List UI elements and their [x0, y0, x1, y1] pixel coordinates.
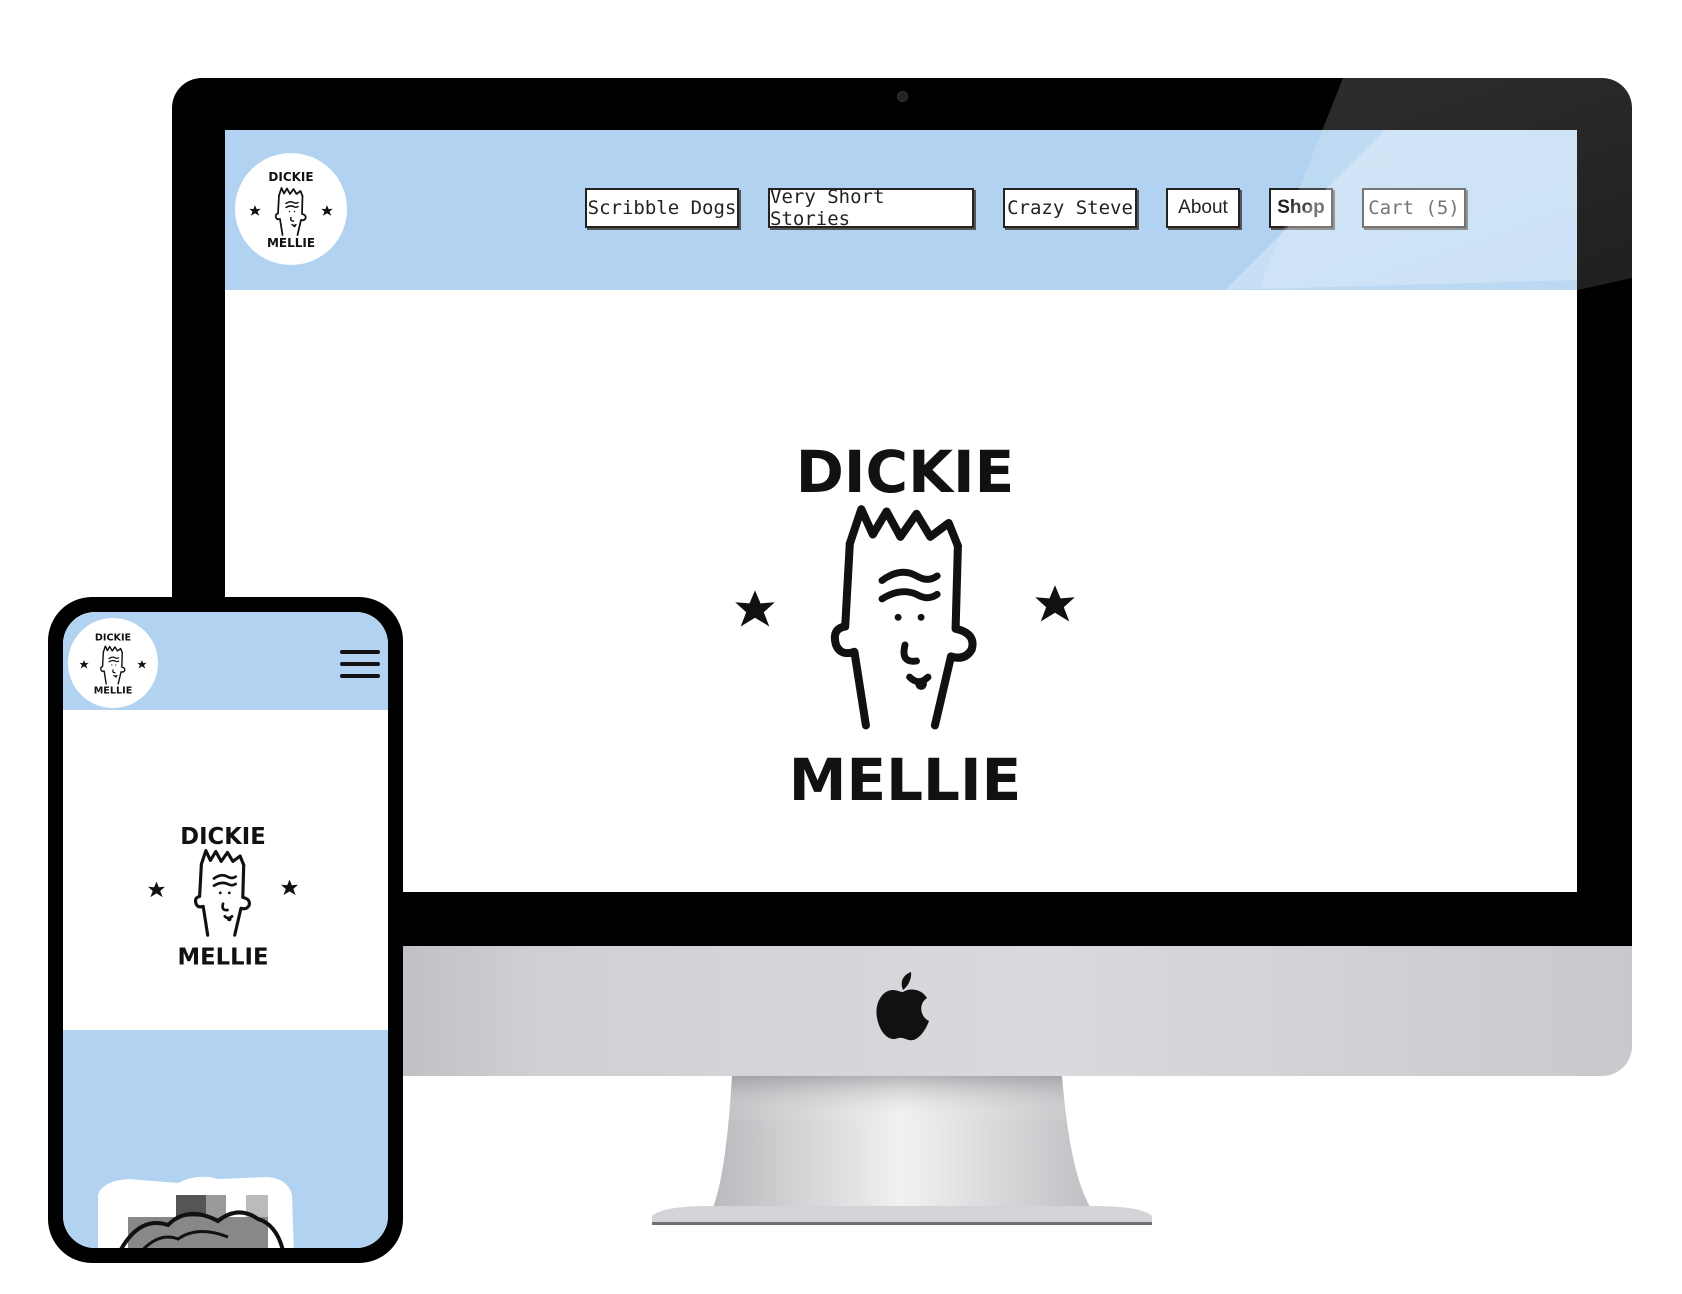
mobile-section — [63, 1030, 388, 1248]
mobile-header: DICKIE MELLIE — [63, 612, 388, 710]
star-icon — [1035, 585, 1075, 622]
hero-text-top: DICKIE — [796, 438, 1014, 506]
site-header: DICKIE MELLIE Scribble Dogs Very Short S… — [225, 130, 1577, 290]
mobile-screen: DICKIE MELLIE DICKIE MELLIE — [63, 612, 388, 1248]
mobile-header-logo[interactable]: DICKIE MELLIE — [68, 618, 158, 708]
nav-about[interactable]: About — [1166, 188, 1240, 228]
imac-stand — [652, 1076, 1152, 1225]
phone-mockup: DICKIE MELLIE DICKIE MELLIE — [48, 597, 403, 1263]
dickie-mellie-logo-icon: DICKIE MELLIE — [249, 170, 333, 250]
hamburger-icon[interactable] — [340, 650, 380, 680]
nav-very-short-stories[interactable]: Very Short Stories — [768, 186, 974, 230]
camera-icon — [897, 91, 908, 102]
dickie-mellie-logo-icon: DICKIE MELLIE — [79, 633, 147, 697]
logo-text-top: DICKIE — [268, 170, 313, 184]
logo-text-top: DICKIE — [95, 633, 131, 644]
nav-shop[interactable]: Shop — [1269, 188, 1333, 228]
nav-cart[interactable]: Cart (5) — [1362, 188, 1466, 228]
header-logo[interactable]: DICKIE MELLIE — [235, 153, 347, 265]
star-icon — [148, 881, 165, 898]
hero-text-top: DICKIE — [180, 824, 265, 850]
mobile-hero-logo: DICKIE MELLIE — [148, 824, 298, 970]
logo-text-bottom: MELLIE — [94, 686, 133, 697]
hero-text-bottom: MELLIE — [789, 746, 1021, 814]
apple-logo-icon — [876, 972, 929, 1041]
star-icon — [281, 879, 298, 896]
dickie-face-icon — [193, 849, 252, 937]
logo-text-bottom: MELLIE — [267, 236, 315, 250]
nav-scribble-dogs[interactable]: Scribble Dogs — [585, 188, 739, 228]
scribble-dog-thumbnail[interactable] — [88, 1155, 298, 1248]
nav-crazy-steve[interactable]: Crazy Steve — [1003, 188, 1137, 228]
desktop-screen: DICKIE MELLIE Scribble Dogs Very Short S… — [225, 130, 1577, 892]
star-icon — [735, 590, 775, 627]
hero-logo: DICKIE MELLIE — [735, 438, 1075, 814]
dickie-face-icon — [835, 509, 973, 725]
hero-text-bottom: MELLIE — [178, 944, 269, 970]
